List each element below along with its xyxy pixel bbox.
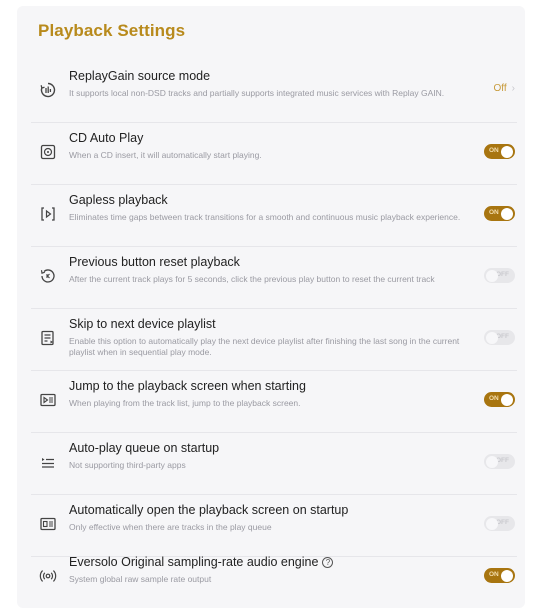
toggle-knob xyxy=(486,269,498,282)
setting-cd-auto-play[interactable]: CD Auto Play When a CD insert, it will a… xyxy=(31,123,517,185)
replay-icon xyxy=(39,267,57,285)
setting-label: Skip to next device playlist xyxy=(69,317,216,331)
help-icon[interactable]: ? xyxy=(322,557,334,568)
toggle-knob xyxy=(501,207,513,220)
page-title: Playback Settings xyxy=(38,21,186,40)
setting-jump-to-playback-screen[interactable]: Jump to the playback screen when startin… xyxy=(31,371,517,433)
setting-label: Jump to the playback screen when startin… xyxy=(69,379,306,393)
auto-open-playback-toggle[interactable]: OFF xyxy=(484,516,515,531)
toggle-state-label: ON xyxy=(489,209,499,216)
gapless-playback-toggle[interactable]: ON xyxy=(484,206,515,221)
cd-auto-play-toggle[interactable]: ON xyxy=(484,144,515,159)
setting-skip-next-playlist[interactable]: Skip to next device playlist Enable this… xyxy=(31,309,517,371)
chevron-right-icon: › xyxy=(511,83,515,94)
setting-description: After the current track plays for 5 seco… xyxy=(69,274,435,284)
setting-auto-play-queue[interactable]: Auto-play queue on startup Not supportin… xyxy=(31,433,517,495)
setting-gapless-playback[interactable]: Gapless playback Eliminates time gaps be… xyxy=(31,185,517,247)
cd-icon xyxy=(39,143,57,161)
setting-label: Eversolo Original sampling-rate audio en… xyxy=(69,555,334,569)
setting-description: Not supporting third-party apps xyxy=(69,460,186,470)
settings-panel: Playback Settings ReplayGain source mode… xyxy=(17,6,525,608)
setting-label: Auto-play queue on startup xyxy=(69,441,220,455)
skip-next-playlist-toggle[interactable]: OFF xyxy=(484,330,515,345)
jump-to-playback-toggle[interactable]: ON xyxy=(484,392,515,407)
auto-play-queue-toggle[interactable]: OFF xyxy=(484,454,515,469)
playlist-icon xyxy=(39,329,57,347)
value-text: Off xyxy=(493,83,507,94)
playback-screen-icon xyxy=(39,391,57,409)
setting-label: Previous button reset playback xyxy=(69,255,240,269)
setting-label: Automatically open the playback screen o… xyxy=(69,503,349,517)
setting-replaygain-source-mode[interactable]: ReplayGain source mode It supports local… xyxy=(31,61,517,123)
audio-engine-toggle[interactable]: ON xyxy=(484,568,515,583)
toggle-knob xyxy=(486,331,498,344)
toggle-knob xyxy=(501,393,513,406)
setting-label: ReplayGain source mode xyxy=(69,69,211,83)
setting-description: Enable this option to automatically play… xyxy=(69,336,460,357)
setting-description: When a CD insert, it will automatically … xyxy=(69,150,262,160)
setting-description: Only effective when there are tracks in … xyxy=(69,522,272,532)
setting-previous-button-reset[interactable]: Previous button reset playback After the… xyxy=(31,247,517,309)
setting-label: CD Auto Play xyxy=(69,131,144,145)
toggle-knob xyxy=(501,145,513,158)
previous-reset-toggle[interactable]: OFF xyxy=(484,268,515,283)
audio-engine-icon xyxy=(39,567,57,585)
setting-description: System global raw sample rate output xyxy=(69,574,212,584)
queue-icon xyxy=(39,453,57,471)
setting-label-text: Eversolo Original sampling-rate audio en… xyxy=(69,555,319,569)
setting-audio-engine[interactable]: Eversolo Original sampling-rate audio en… xyxy=(31,547,517,609)
setting-description: Eliminates time gaps between track trans… xyxy=(69,212,461,222)
gapless-icon xyxy=(39,205,57,223)
replaygain-icon xyxy=(39,81,57,99)
toggle-state-label: ON xyxy=(489,571,499,578)
open-screen-icon xyxy=(39,515,57,533)
toggle-knob xyxy=(501,569,513,582)
replaygain-value[interactable]: Off › xyxy=(494,83,516,94)
toggle-state-label: ON xyxy=(489,147,499,154)
setting-description: When playing from the track list, jump t… xyxy=(69,398,301,408)
setting-description: It supports local non-DSD tracks and par… xyxy=(69,88,445,98)
toggle-knob xyxy=(486,517,498,530)
toggle-state-label: ON xyxy=(489,395,499,402)
toggle-knob xyxy=(486,455,498,468)
setting-label: Gapless playback xyxy=(69,193,168,207)
